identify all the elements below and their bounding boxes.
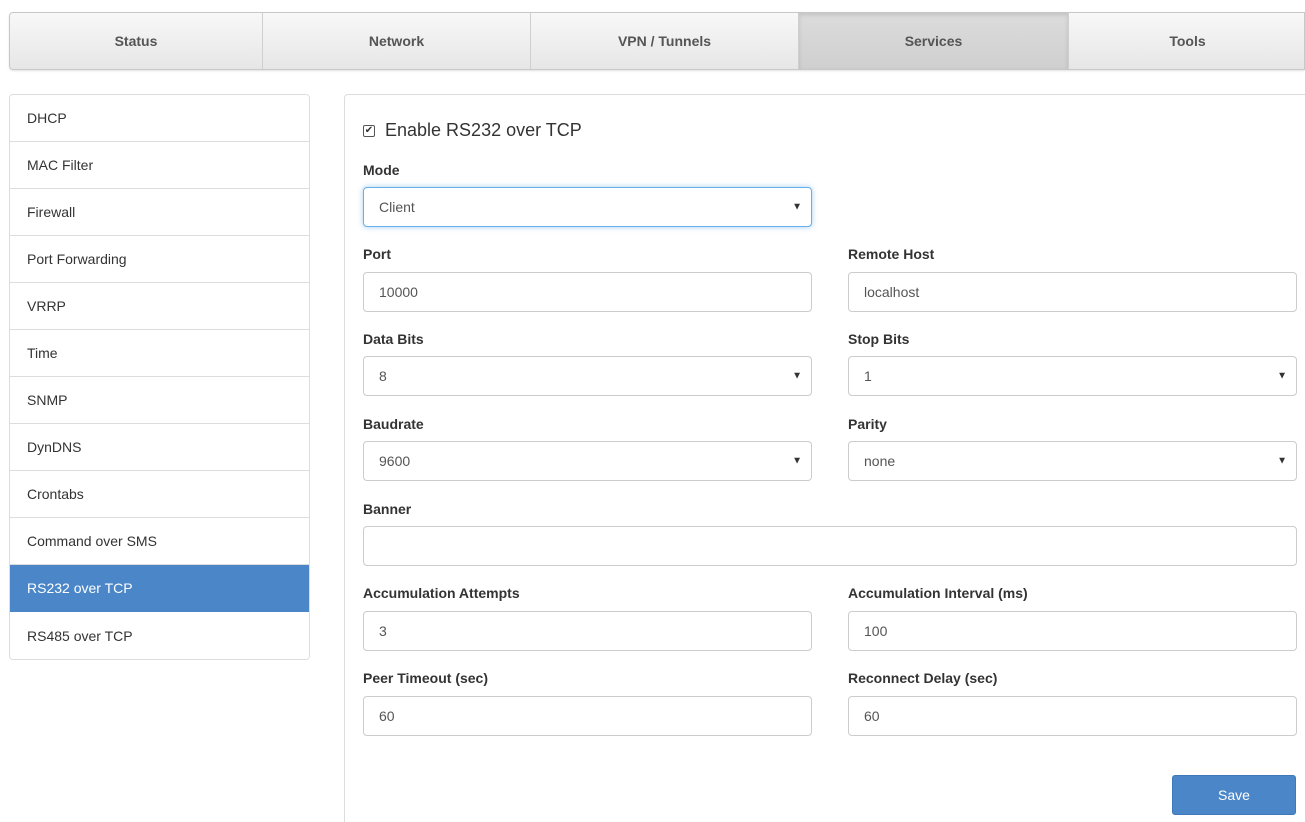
remote-host-value: localhost xyxy=(864,284,920,300)
sidebar-item-dyndns[interactable]: DynDNS xyxy=(10,424,309,471)
remote-host-label: Remote Host xyxy=(848,246,935,262)
tab-tools[interactable]: Tools xyxy=(1069,13,1304,69)
accumulation-interval-label: Accumulation Interval (ms) xyxy=(848,585,1028,601)
reconnect-delay-label: Reconnect Delay (sec) xyxy=(848,670,998,686)
banner-label: Banner xyxy=(363,501,412,517)
sidebar-menu: DHCP MAC Filter Firewall Port Forwarding… xyxy=(9,94,310,660)
tab-status[interactable]: Status xyxy=(10,13,263,69)
port-label: Port xyxy=(363,246,391,262)
sidebar-item-crontabs[interactable]: Crontabs xyxy=(10,471,309,518)
top-navigation: Status Network VPN / Tunnels Services To… xyxy=(9,12,1305,70)
stop-bits-value: 1 xyxy=(864,368,872,384)
stop-bits-select[interactable]: 1 ▼ xyxy=(848,356,1297,396)
sidebar-item-mac-filter[interactable]: MAC Filter xyxy=(10,142,309,189)
accumulation-interval-value: 100 xyxy=(864,623,888,639)
parity-label: Parity xyxy=(848,416,887,432)
checkmark-icon: ✔ xyxy=(364,124,374,136)
sidebar-item-dhcp[interactable]: DHCP xyxy=(10,95,309,142)
banner-input[interactable] xyxy=(363,526,1297,566)
accumulation-attempts-input[interactable]: 3 xyxy=(363,611,812,651)
data-bits-value: 8 xyxy=(379,368,387,384)
mode-label: Mode xyxy=(363,162,400,178)
tab-network[interactable]: Network xyxy=(263,13,531,69)
port-value: 10000 xyxy=(379,284,418,300)
parity-select[interactable]: none ▼ xyxy=(848,441,1297,481)
sidebar-item-rs485-over-tcp[interactable]: RS485 over TCP xyxy=(10,612,309,659)
sidebar-item-snmp[interactable]: SNMP xyxy=(10,377,309,424)
enable-label: Enable RS232 over TCP xyxy=(385,120,582,140)
mode-select[interactable]: Client ▼ xyxy=(363,187,812,227)
reconnect-delay-input[interactable]: 60 xyxy=(848,696,1297,736)
sidebar-item-port-forwarding[interactable]: Port Forwarding xyxy=(10,236,309,283)
peer-timeout-label: Peer Timeout (sec) xyxy=(363,670,489,686)
reconnect-delay-value: 60 xyxy=(864,708,880,724)
caret-down-icon: ▼ xyxy=(1277,455,1287,467)
accumulation-interval-input[interactable]: 100 xyxy=(848,611,1297,651)
tab-services[interactable]: Services xyxy=(799,13,1069,69)
mode-value: Client xyxy=(379,199,415,215)
sidebar-item-firewall[interactable]: Firewall xyxy=(10,189,309,236)
save-button[interactable]: Save xyxy=(1172,775,1296,815)
data-bits-label: Data Bits xyxy=(363,331,424,347)
sidebar-item-rs232-over-tcp[interactable]: RS232 over TCP xyxy=(10,565,309,612)
remote-host-input[interactable]: localhost xyxy=(848,272,1297,312)
caret-down-icon: ▼ xyxy=(792,455,802,467)
sidebar-item-command-over-sms[interactable]: Command over SMS xyxy=(10,518,309,565)
data-bits-select[interactable]: 8 ▼ xyxy=(363,356,812,396)
enable-row: ✔ Enable RS232 over TCP xyxy=(363,120,582,141)
enable-checkbox[interactable]: ✔ xyxy=(363,124,375,137)
peer-timeout-value: 60 xyxy=(379,708,395,724)
sidebar-item-time[interactable]: Time xyxy=(10,330,309,377)
baudrate-value: 9600 xyxy=(379,453,411,469)
peer-timeout-input[interactable]: 60 xyxy=(363,696,812,736)
accumulation-attempts-label: Accumulation Attempts xyxy=(363,585,520,601)
caret-down-icon: ▼ xyxy=(1277,370,1287,382)
caret-down-icon: ▼ xyxy=(792,201,802,213)
baudrate-select[interactable]: 9600 ▼ xyxy=(363,441,812,481)
caret-down-icon: ▼ xyxy=(792,370,802,382)
sidebar-item-vrrp[interactable]: VRRP xyxy=(10,283,309,330)
stop-bits-label: Stop Bits xyxy=(848,331,910,347)
parity-value: none xyxy=(864,453,896,469)
port-input[interactable]: 10000 xyxy=(363,272,812,312)
tab-vpn-tunnels[interactable]: VPN / Tunnels xyxy=(531,13,799,69)
accumulation-attempts-value: 3 xyxy=(379,623,387,639)
baudrate-label: Baudrate xyxy=(363,416,424,432)
